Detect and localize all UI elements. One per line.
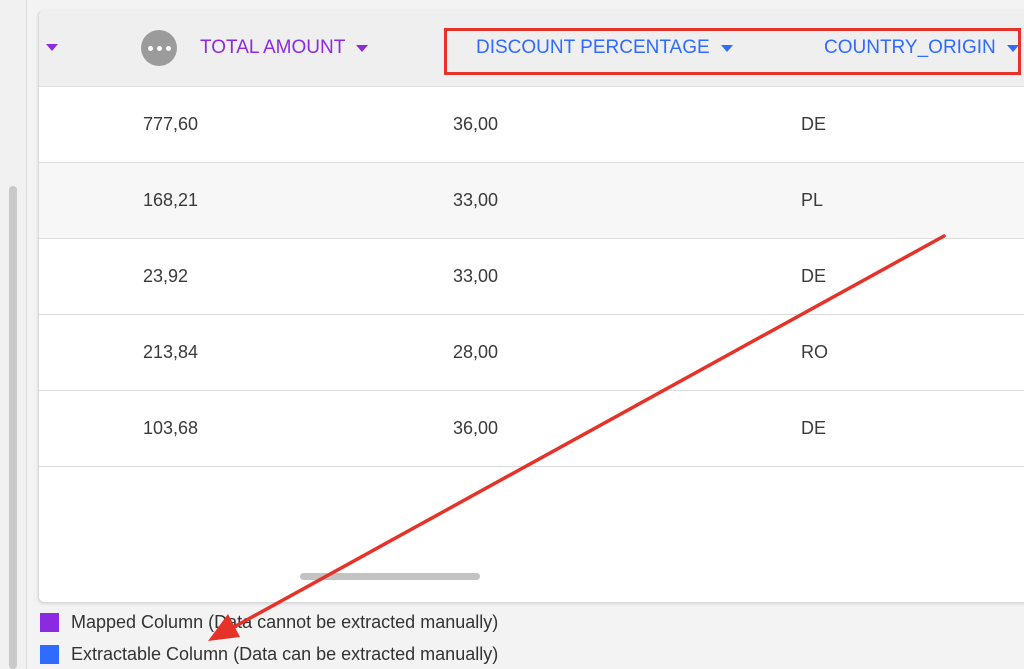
cell-country-origin: DE — [801, 114, 827, 134]
more-horizontal-icon-dot — [156, 45, 162, 51]
page: TOTAL AMOUNT DISCOUNT PERCENTAGE COUNTRY… — [0, 0, 1024, 669]
table-row: 23,92 33,00 DE — [39, 239, 1024, 315]
more-horizontal-icon-dot — [165, 45, 171, 51]
cell-total-amount: 777,60 — [143, 114, 199, 134]
cell-country-origin: DE — [801, 418, 827, 438]
cell-discount-percentage: 33,00 — [453, 266, 499, 286]
column-header-label: COUNTRY_ORIGIN — [824, 37, 996, 58]
legend-swatch-mapped — [40, 612, 59, 632]
table-body: 777,60 36,00 DE 168,21 33,00 PL 23,92 33… — [39, 87, 1024, 467]
legend-item-extractable: Extractable Column (Data can be extracte… — [40, 640, 498, 668]
cell-discount-percentage: 33,00 — [453, 190, 499, 210]
chevron-down-icon — [1006, 44, 1019, 52]
more-options-button[interactable] — [141, 30, 177, 66]
vertical-scrollbar-thumb[interactable] — [9, 186, 17, 669]
legend-swatch-extractable — [40, 644, 59, 664]
column-header-total-amount[interactable]: TOTAL AMOUNT — [200, 36, 369, 60]
cell-country-origin: DE — [801, 266, 827, 286]
cell-discount-percentage: 28,00 — [453, 342, 499, 362]
table-row: 168,21 33,00 PL — [39, 163, 1024, 239]
table-row: 103,68 36,00 DE — [39, 391, 1024, 467]
previous-column-dropdown-icon[interactable] — [46, 44, 58, 51]
column-header-label: DISCOUNT PERCENTAGE — [476, 37, 710, 58]
more-horizontal-icon — [147, 45, 153, 51]
chevron-down-icon — [356, 44, 369, 52]
legend-label: Extractable Column (Data can be extracte… — [71, 643, 499, 664]
data-table-card: TOTAL AMOUNT DISCOUNT PERCENTAGE COUNTRY… — [38, 10, 1024, 603]
cell-total-amount: 103,68 — [143, 418, 199, 438]
legend-label: Mapped Column (Data cannot be extracted … — [71, 611, 499, 632]
table-header: TOTAL AMOUNT DISCOUNT PERCENTAGE COUNTRY… — [39, 10, 1024, 87]
legend: Mapped Column (Data cannot be extracted … — [40, 608, 498, 669]
cell-total-amount: 23,92 — [143, 266, 189, 286]
chevron-down-icon — [720, 44, 733, 52]
column-header-discount-percentage[interactable]: DISCOUNT PERCENTAGE — [476, 36, 733, 60]
table-row: 213,84 28,00 RO — [39, 315, 1024, 391]
cell-country-origin: PL — [801, 190, 824, 210]
cell-total-amount: 213,84 — [143, 342, 199, 362]
vertical-scrollbar[interactable] — [0, 0, 27, 669]
cell-discount-percentage: 36,00 — [453, 114, 499, 134]
cell-discount-percentage: 36,00 — [453, 418, 499, 438]
cell-country-origin: RO — [801, 342, 828, 362]
legend-item-mapped: Mapped Column (Data cannot be extracted … — [40, 608, 498, 636]
column-header-label: TOTAL AMOUNT — [200, 37, 346, 58]
cell-total-amount: 168,21 — [143, 190, 199, 210]
table-row: 777,60 36,00 DE — [39, 87, 1024, 163]
horizontal-scrollbar-thumb[interactable] — [300, 573, 480, 580]
column-header-country-origin[interactable]: COUNTRY_ORIGIN — [824, 36, 1019, 60]
